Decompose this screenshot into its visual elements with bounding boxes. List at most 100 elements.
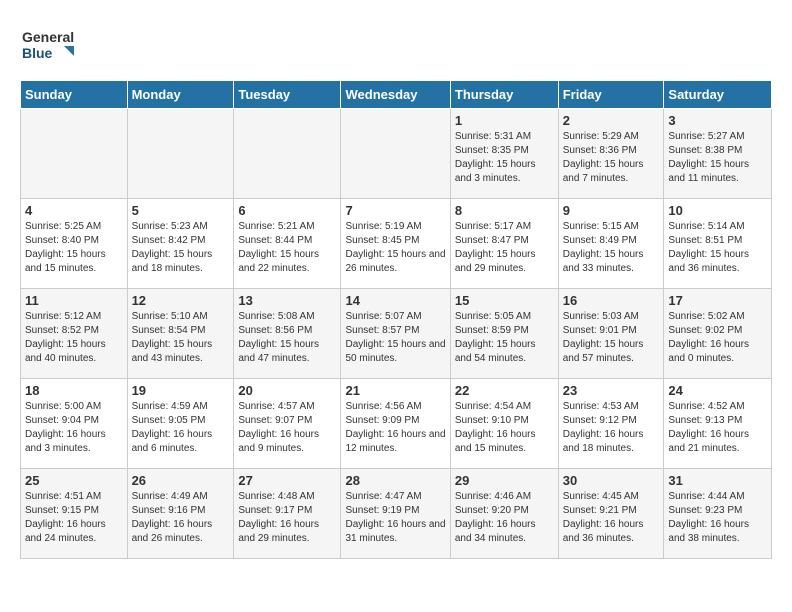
day-number: 12 [132, 293, 230, 308]
calendar-week-2: 4 Sunrise: 5:25 AMSunset: 8:40 PMDaylight… [21, 199, 772, 289]
calendar-cell: 1 Sunrise: 5:31 AMSunset: 8:35 PMDaylight… [450, 109, 558, 199]
calendar-cell: 4 Sunrise: 5:25 AMSunset: 8:40 PMDaylight… [21, 199, 128, 289]
calendar-cell: 25 Sunrise: 4:51 AMSunset: 9:15 PMDayligh… [21, 469, 128, 559]
day-info: Sunrise: 5:00 AMSunset: 9:04 PMDaylight:… [25, 400, 123, 456]
calendar-header-saturday: Saturday [664, 81, 772, 109]
day-number: 8 [455, 203, 554, 218]
day-info: Sunrise: 4:53 AMSunset: 9:12 PMDaylight:… [563, 400, 660, 456]
day-number: 13 [238, 293, 336, 308]
calendar-cell: 24 Sunrise: 4:52 AMSunset: 9:13 PMDayligh… [664, 379, 772, 469]
day-info: Sunrise: 4:46 AMSunset: 9:20 PMDaylight:… [455, 490, 554, 546]
day-number: 1 [455, 113, 554, 128]
calendar-cell: 10 Sunrise: 5:14 AMSunset: 8:51 PMDayligh… [664, 199, 772, 289]
calendar-header-wednesday: Wednesday [341, 81, 450, 109]
day-info: Sunrise: 4:52 AMSunset: 9:13 PMDaylight:… [668, 400, 767, 456]
day-number: 16 [563, 293, 660, 308]
day-info: Sunrise: 5:02 AMSunset: 9:02 PMDaylight:… [668, 310, 767, 366]
svg-text:General: General [22, 29, 74, 45]
calendar-cell [21, 109, 128, 199]
day-number: 11 [25, 293, 123, 308]
calendar-cell [234, 109, 341, 199]
day-info: Sunrise: 5:15 AMSunset: 8:49 PMDaylight:… [563, 220, 660, 276]
day-info: Sunrise: 4:56 AMSunset: 9:09 PMDaylight:… [345, 400, 445, 456]
day-number: 17 [668, 293, 767, 308]
day-number: 7 [345, 203, 445, 218]
day-number: 27 [238, 473, 336, 488]
day-info: Sunrise: 5:07 AMSunset: 8:57 PMDaylight:… [345, 310, 445, 366]
calendar-header-row: SundayMondayTuesdayWednesdayThursdayFrid… [21, 81, 772, 109]
calendar-cell: 31Sunrise: 4:44 AMSunset: 9:23 PMDayligh… [664, 469, 772, 559]
calendar-header-friday: Friday [558, 81, 664, 109]
day-number: 29 [455, 473, 554, 488]
day-number: 2 [563, 113, 660, 128]
day-number: 4 [25, 203, 123, 218]
day-number: 5 [132, 203, 230, 218]
calendar-cell: 19 Sunrise: 4:59 AMSunset: 9:05 PMDayligh… [127, 379, 234, 469]
calendar-cell: 21 Sunrise: 4:56 AMSunset: 9:09 PMDayligh… [341, 379, 450, 469]
calendar-cell: 16Sunrise: 5:03 AMSunset: 9:01 PMDayligh… [558, 289, 664, 379]
calendar-cell: 17 Sunrise: 5:02 AMSunset: 9:02 PMDayligh… [664, 289, 772, 379]
calendar-cell: 12 Sunrise: 5:10 AMSunset: 8:54 PMDayligh… [127, 289, 234, 379]
svg-text:Blue: Blue [22, 45, 53, 61]
day-number: 31 [668, 473, 767, 488]
calendar-cell: 27 Sunrise: 4:48 AMSunset: 9:17 PMDayligh… [234, 469, 341, 559]
day-info: Sunrise: 4:45 AMSunset: 9:21 PMDaylight:… [563, 490, 660, 546]
day-info: Sunrise: 5:27 AMSunset: 8:38 PMDaylight:… [668, 130, 767, 186]
calendar-cell: 6Sunrise: 5:21 AMSunset: 8:44 PMDaylight… [234, 199, 341, 289]
day-number: 24 [668, 383, 767, 398]
day-number: 14 [345, 293, 445, 308]
calendar-week-3: 11Sunrise: 5:12 AMSunset: 8:52 PMDayligh… [21, 289, 772, 379]
day-number: 9 [563, 203, 660, 218]
day-info: Sunrise: 4:48 AMSunset: 9:17 PMDaylight:… [238, 490, 336, 546]
day-info: Sunrise: 5:25 AMSunset: 8:40 PMDaylight:… [25, 220, 123, 276]
day-info: Sunrise: 4:57 AMSunset: 9:07 PMDaylight:… [238, 400, 336, 456]
calendar-cell: 30 Sunrise: 4:45 AMSunset: 9:21 PMDayligh… [558, 469, 664, 559]
day-info: Sunrise: 4:47 AMSunset: 9:19 PMDaylight:… [345, 490, 445, 546]
day-number: 26 [132, 473, 230, 488]
day-info: Sunrise: 5:31 AMSunset: 8:35 PMDaylight:… [455, 130, 554, 186]
day-info: Sunrise: 5:14 AMSunset: 8:51 PMDaylight:… [668, 220, 767, 276]
day-number: 6 [238, 203, 336, 218]
day-number: 25 [25, 473, 123, 488]
calendar-week-1: 1 Sunrise: 5:31 AMSunset: 8:35 PMDaylight… [21, 109, 772, 199]
day-info: Sunrise: 5:17 AMSunset: 8:47 PMDaylight:… [455, 220, 554, 276]
day-number: 3 [668, 113, 767, 128]
calendar-cell: 11Sunrise: 5:12 AMSunset: 8:52 PMDayligh… [21, 289, 128, 379]
calendar-cell: 8 Sunrise: 5:17 AMSunset: 8:47 PMDaylight… [450, 199, 558, 289]
calendar-header-tuesday: Tuesday [234, 81, 341, 109]
day-info: Sunrise: 5:29 AMSunset: 8:36 PMDaylight:… [563, 130, 660, 186]
calendar-cell [127, 109, 234, 199]
calendar-header-sunday: Sunday [21, 81, 128, 109]
day-number: 19 [132, 383, 230, 398]
calendar-cell: 3 Sunrise: 5:27 AMSunset: 8:38 PMDaylight… [664, 109, 772, 199]
day-info: Sunrise: 5:08 AMSunset: 8:56 PMDaylight:… [238, 310, 336, 366]
calendar-cell: 9 Sunrise: 5:15 AMSunset: 8:49 PMDaylight… [558, 199, 664, 289]
logo: General Blue [20, 20, 80, 70]
day-number: 21 [345, 383, 445, 398]
day-info: Sunrise: 4:59 AMSunset: 9:05 PMDaylight:… [132, 400, 230, 456]
calendar-cell [341, 109, 450, 199]
calendar-header-monday: Monday [127, 81, 234, 109]
day-info: Sunrise: 4:54 AMSunset: 9:10 PMDaylight:… [455, 400, 554, 456]
day-number: 23 [563, 383, 660, 398]
day-info: Sunrise: 4:51 AMSunset: 9:15 PMDaylight:… [25, 490, 123, 546]
calendar-week-5: 25 Sunrise: 4:51 AMSunset: 9:15 PMDayligh… [21, 469, 772, 559]
calendar-cell: 23 Sunrise: 4:53 AMSunset: 9:12 PMDayligh… [558, 379, 664, 469]
calendar-week-4: 18 Sunrise: 5:00 AMSunset: 9:04 PMDayligh… [21, 379, 772, 469]
calendar-cell: 14 Sunrise: 5:07 AMSunset: 8:57 PMDayligh… [341, 289, 450, 379]
calendar-header-thursday: Thursday [450, 81, 558, 109]
day-number: 18 [25, 383, 123, 398]
calendar-cell: 18 Sunrise: 5:00 AMSunset: 9:04 PMDayligh… [21, 379, 128, 469]
calendar-cell: 7Sunrise: 5:19 AMSunset: 8:45 PMDaylight… [341, 199, 450, 289]
day-number: 28 [345, 473, 445, 488]
calendar-cell: 29 Sunrise: 4:46 AMSunset: 9:20 PMDayligh… [450, 469, 558, 559]
day-info: Sunrise: 5:10 AMSunset: 8:54 PMDaylight:… [132, 310, 230, 366]
day-number: 20 [238, 383, 336, 398]
day-number: 30 [563, 473, 660, 488]
calendar-cell: 15Sunrise: 5:05 AMSunset: 8:59 PMDayligh… [450, 289, 558, 379]
calendar-cell: 20 Sunrise: 4:57 AMSunset: 9:07 PMDayligh… [234, 379, 341, 469]
day-number: 10 [668, 203, 767, 218]
day-info: Sunrise: 5:23 AMSunset: 8:42 PMDaylight:… [132, 220, 230, 276]
calendar-cell: 2 Sunrise: 5:29 AMSunset: 8:36 PMDaylight… [558, 109, 664, 199]
calendar-cell: 26Sunrise: 4:49 AMSunset: 9:16 PMDayligh… [127, 469, 234, 559]
